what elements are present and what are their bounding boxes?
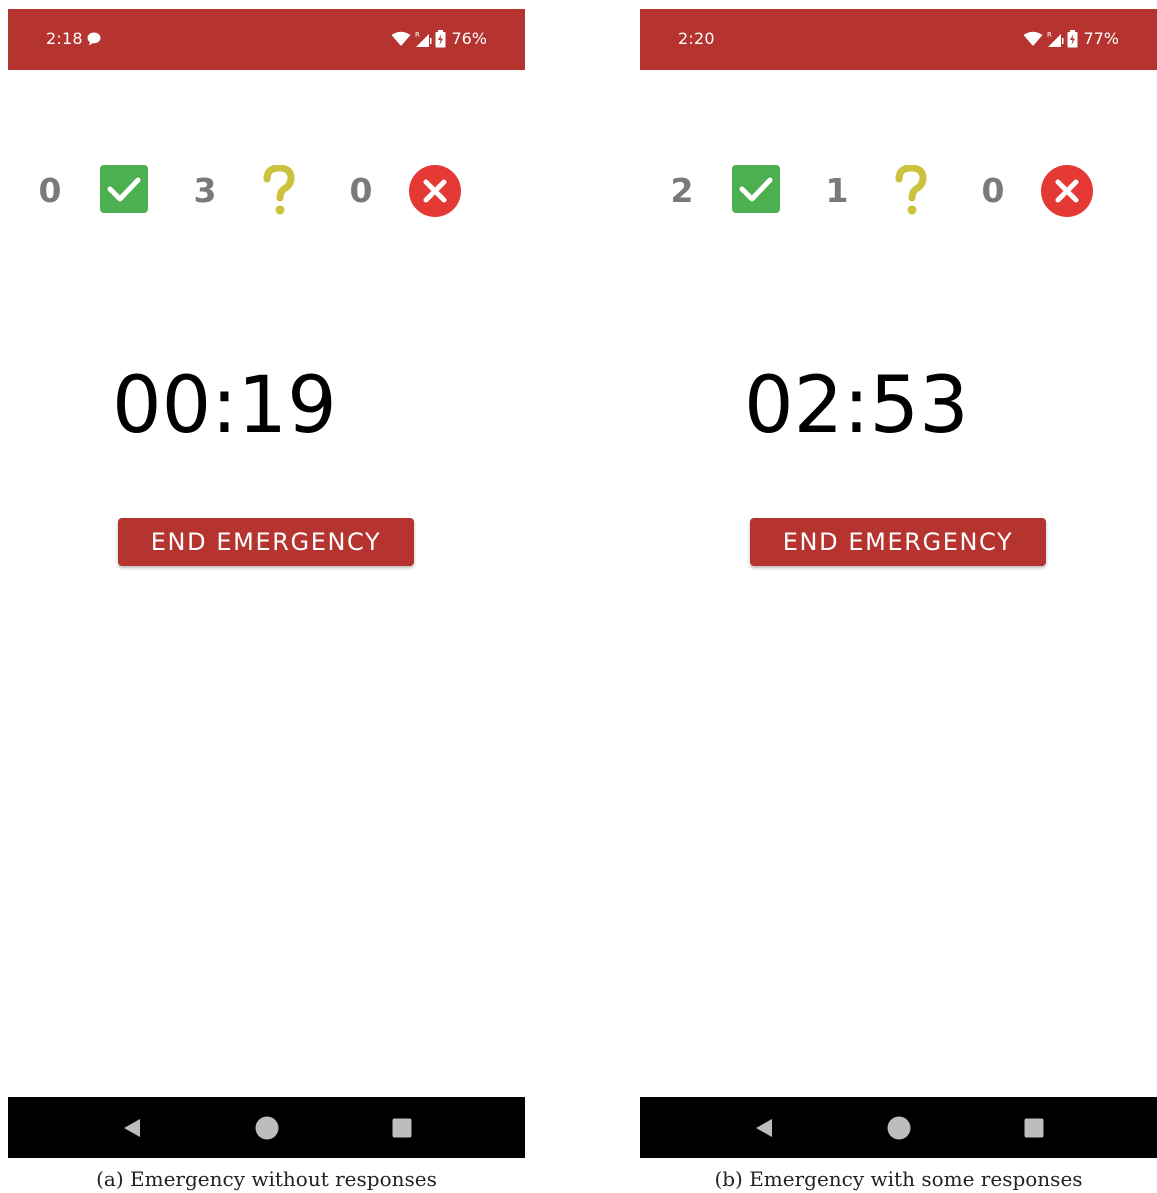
declined-count: 0 (349, 171, 373, 210)
response-counts: 0 3 0 (8, 163, 525, 217)
cell-signal-roaming-icon: R (1047, 31, 1064, 47)
svg-text:R: R (415, 31, 420, 39)
declined-count: 0 (981, 171, 1005, 210)
question-mark-icon (263, 165, 295, 215)
navigation-bar (640, 1097, 1157, 1158)
status-bar: 2:18 R 76% (8, 9, 525, 70)
nav-home-button[interactable] (885, 1114, 913, 1142)
battery-percentage: 77% (1083, 29, 1119, 48)
recents-square-icon (392, 1118, 412, 1138)
pending-count: 3 (193, 171, 217, 210)
status-bar: 2:20 R 77% (640, 9, 1157, 70)
figure-caption-a: (a) Emergency without responses (96, 1167, 437, 1191)
nav-back-button[interactable] (750, 1114, 778, 1142)
back-triangle-icon (124, 1119, 140, 1137)
battery-percentage: 76% (451, 29, 487, 48)
question-mark-icon (895, 165, 927, 215)
phone-screen-a: 2:18 R 76% 0 3 0 00:19 END EMERGENCY (8, 9, 525, 1158)
status-time: 2:20 (678, 29, 715, 48)
wifi-icon (391, 31, 411, 46)
emergency-timer: 00:19 (112, 361, 337, 451)
circle-x-icon (409, 165, 461, 217)
circle-x-icon (1041, 165, 1093, 217)
recents-square-icon (1024, 1118, 1044, 1138)
status-time: 2:18 (46, 29, 83, 48)
home-circle-icon (887, 1116, 911, 1140)
emergency-timer: 02:53 (744, 361, 969, 451)
status-indicators: R 77% (1023, 29, 1119, 49)
battery-charging-icon (1067, 30, 1078, 48)
nav-home-button[interactable] (253, 1114, 281, 1142)
home-circle-icon (255, 1116, 279, 1140)
message-notification-icon (87, 32, 101, 46)
end-emergency-button[interactable]: END EMERGENCY (118, 518, 414, 566)
nav-back-button[interactable] (118, 1114, 146, 1142)
navigation-bar (8, 1097, 525, 1158)
accepted-count: 0 (38, 171, 62, 210)
svg-text:R: R (1047, 31, 1052, 39)
status-indicators: R 76% (391, 29, 487, 49)
cell-signal-roaming-icon: R (415, 31, 432, 47)
checkbox-check-icon (732, 165, 780, 213)
figure-caption-b: (b) Emergency with some responses (714, 1167, 1083, 1191)
response-counts: 2 1 0 (640, 163, 1157, 217)
battery-charging-icon (435, 30, 446, 48)
back-triangle-icon (756, 1119, 772, 1137)
phone-screen-b: 2:20 R 77% 2 1 0 02:53 END EMERGENCY (640, 9, 1157, 1158)
checkbox-check-icon (100, 165, 148, 213)
accepted-count: 2 (670, 171, 694, 210)
pending-count: 1 (825, 171, 849, 210)
end-emergency-button[interactable]: END EMERGENCY (750, 518, 1046, 566)
nav-recents-button[interactable] (388, 1114, 416, 1142)
wifi-icon (1023, 31, 1043, 46)
nav-recents-button[interactable] (1020, 1114, 1048, 1142)
